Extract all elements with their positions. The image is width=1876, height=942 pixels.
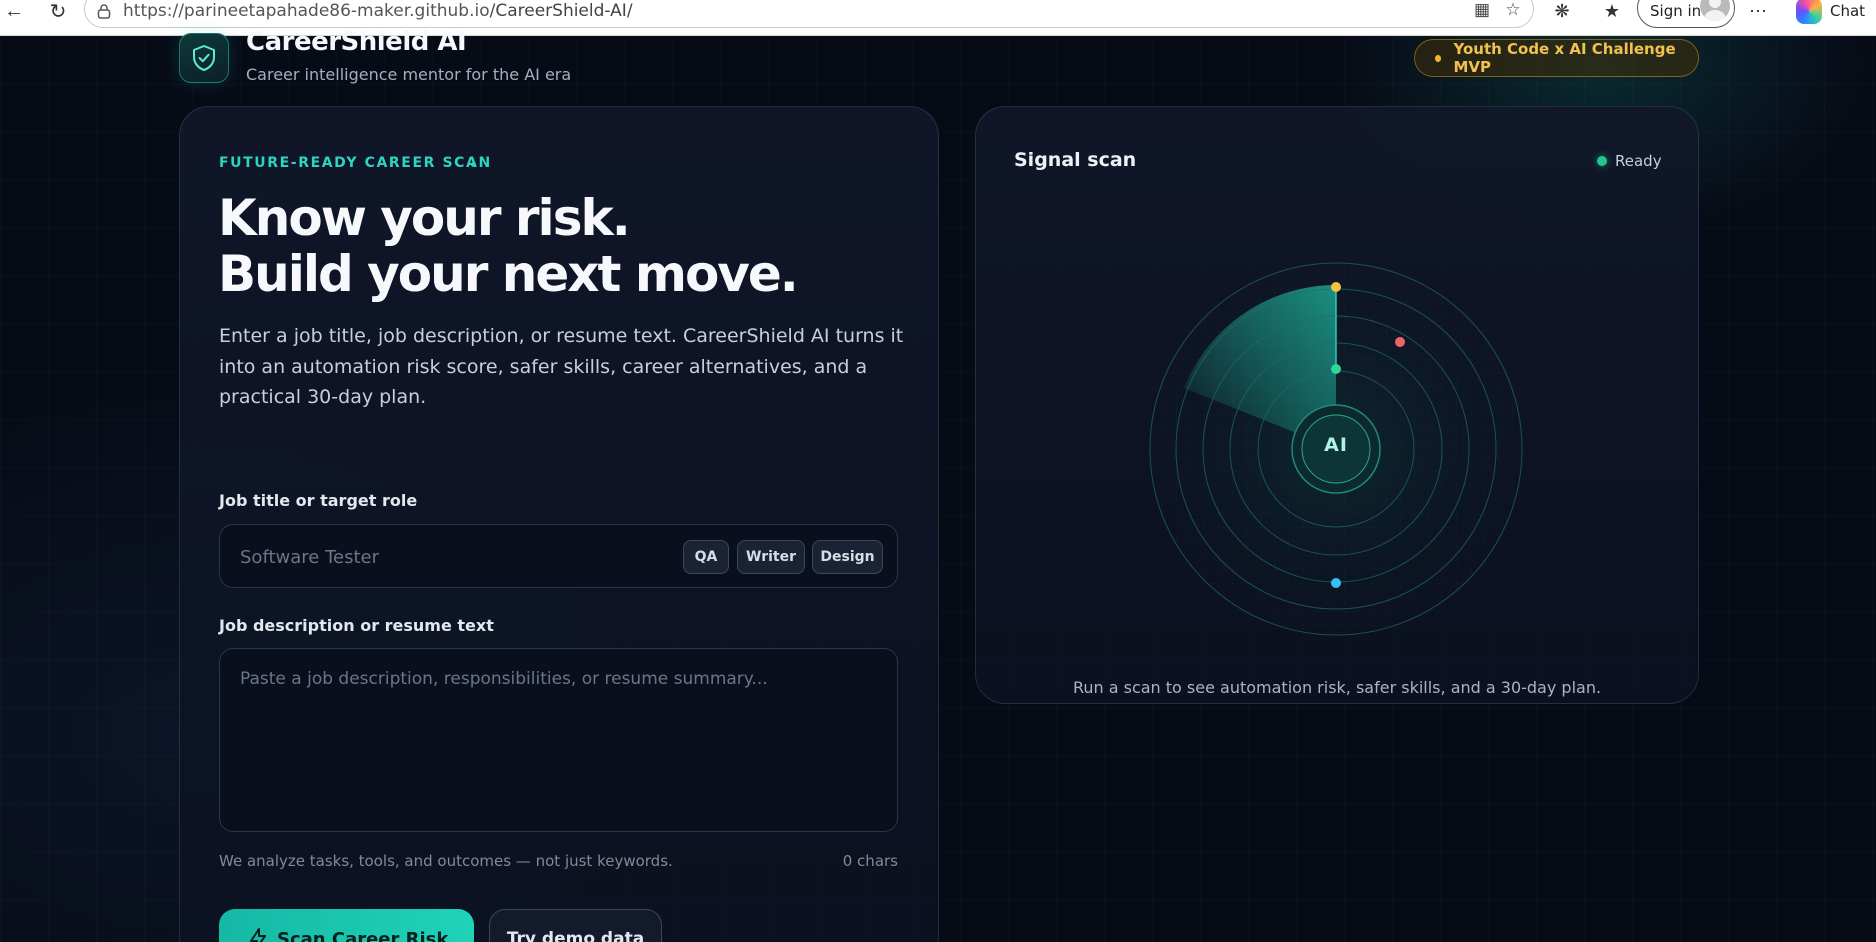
- shield-logo-icon: [179, 33, 229, 83]
- chat-label: Chat: [1830, 2, 1866, 20]
- chip-writer[interactable]: Writer: [737, 540, 805, 574]
- description-field: [219, 648, 898, 832]
- more-menu-icon[interactable]: ⋯: [1744, 0, 1772, 22]
- reader-view-icon[interactable]: ▦: [1471, 0, 1493, 21]
- refresh-icon[interactable]: ↻: [44, 0, 72, 23]
- badge-dot: [1435, 54, 1442, 62]
- status-dot: [1597, 156, 1607, 166]
- signal-scan-footer: Run a scan to see automation risk, safer…: [1072, 678, 1602, 697]
- sign-in-label: Sign in: [1650, 2, 1702, 20]
- headline-line-1: Know your risk.: [218, 189, 631, 247]
- signal-dot-blue: [1331, 578, 1341, 588]
- ai-core-label: AI: [1324, 434, 1348, 456]
- avatar: [1700, 0, 1730, 21]
- demo-button-label: Try demo data: [506, 929, 645, 942]
- badge-label: Youth Code x AI Challenge MVP: [1453, 40, 1676, 76]
- signal-scan-title: Signal scan: [1014, 149, 1137, 171]
- chip-qa[interactable]: QA: [683, 540, 729, 574]
- scan-button-label: Scan Career Risk: [277, 928, 449, 942]
- job-title-label: Job title or target role: [219, 491, 418, 510]
- copilot-icon: [1796, 0, 1822, 24]
- chip-design[interactable]: Design: [812, 540, 883, 574]
- url-host: https://parineetapahade86-maker.github.i…: [123, 1, 490, 21]
- address-bar[interactable]: https://parineetapahade86-maker.github.i…: [84, 0, 1534, 28]
- sign-in-button[interactable]: Sign in: [1637, 0, 1735, 28]
- favorite-star-icon[interactable]: ☆: [1502, 0, 1524, 21]
- headline-line-2: Build your next move.: [218, 245, 799, 303]
- lock-icon: [97, 4, 111, 19]
- job-title-field: QA Writer Design: [219, 524, 898, 588]
- url-text: https://parineetapahade86-maker.github.i…: [123, 1, 633, 21]
- lightning-icon: [250, 928, 266, 942]
- eyebrow-label: FUTURE-READY CAREER SCAN: [219, 155, 492, 171]
- brand-title: CareerShield AI: [246, 27, 467, 57]
- description-textarea[interactable]: [240, 669, 880, 819]
- description-label: Job description or resume text: [219, 616, 494, 635]
- status-indicator: Ready: [1597, 152, 1662, 170]
- signal-dot-red: [1395, 337, 1405, 347]
- extensions-icon[interactable]: ❋: [1548, 0, 1576, 22]
- signal-dot-yellow: [1331, 282, 1341, 292]
- brand-subtitle: Career intelligence mentor for the AI er…: [246, 65, 572, 84]
- favorites-icon[interactable]: ★: [1598, 0, 1626, 22]
- status-label: Ready: [1615, 152, 1662, 170]
- scan-career-risk-button[interactable]: Scan Career Risk: [219, 909, 474, 942]
- page-headline: Know your risk. Build your next move.: [218, 189, 799, 303]
- challenge-badge: Youth Code x AI Challenge MVP: [1414, 39, 1699, 77]
- eyebrow-dot: [471, 162, 476, 167]
- char-count: 0 chars: [842, 852, 898, 870]
- signal-dot-green: [1331, 364, 1341, 374]
- try-demo-data-button[interactable]: Try demo data: [489, 909, 662, 942]
- job-title-input[interactable]: [240, 543, 640, 571]
- copilot-chat-button[interactable]: Chat: [1796, 0, 1865, 24]
- back-arrow-icon[interactable]: ←: [0, 0, 28, 22]
- helper-text: We analyze tasks, tools, and outcomes — …: [219, 852, 673, 870]
- url-path: /CareerShield-AI/: [489, 1, 633, 21]
- intro-text: Enter a job title, job description, or r…: [219, 325, 904, 408]
